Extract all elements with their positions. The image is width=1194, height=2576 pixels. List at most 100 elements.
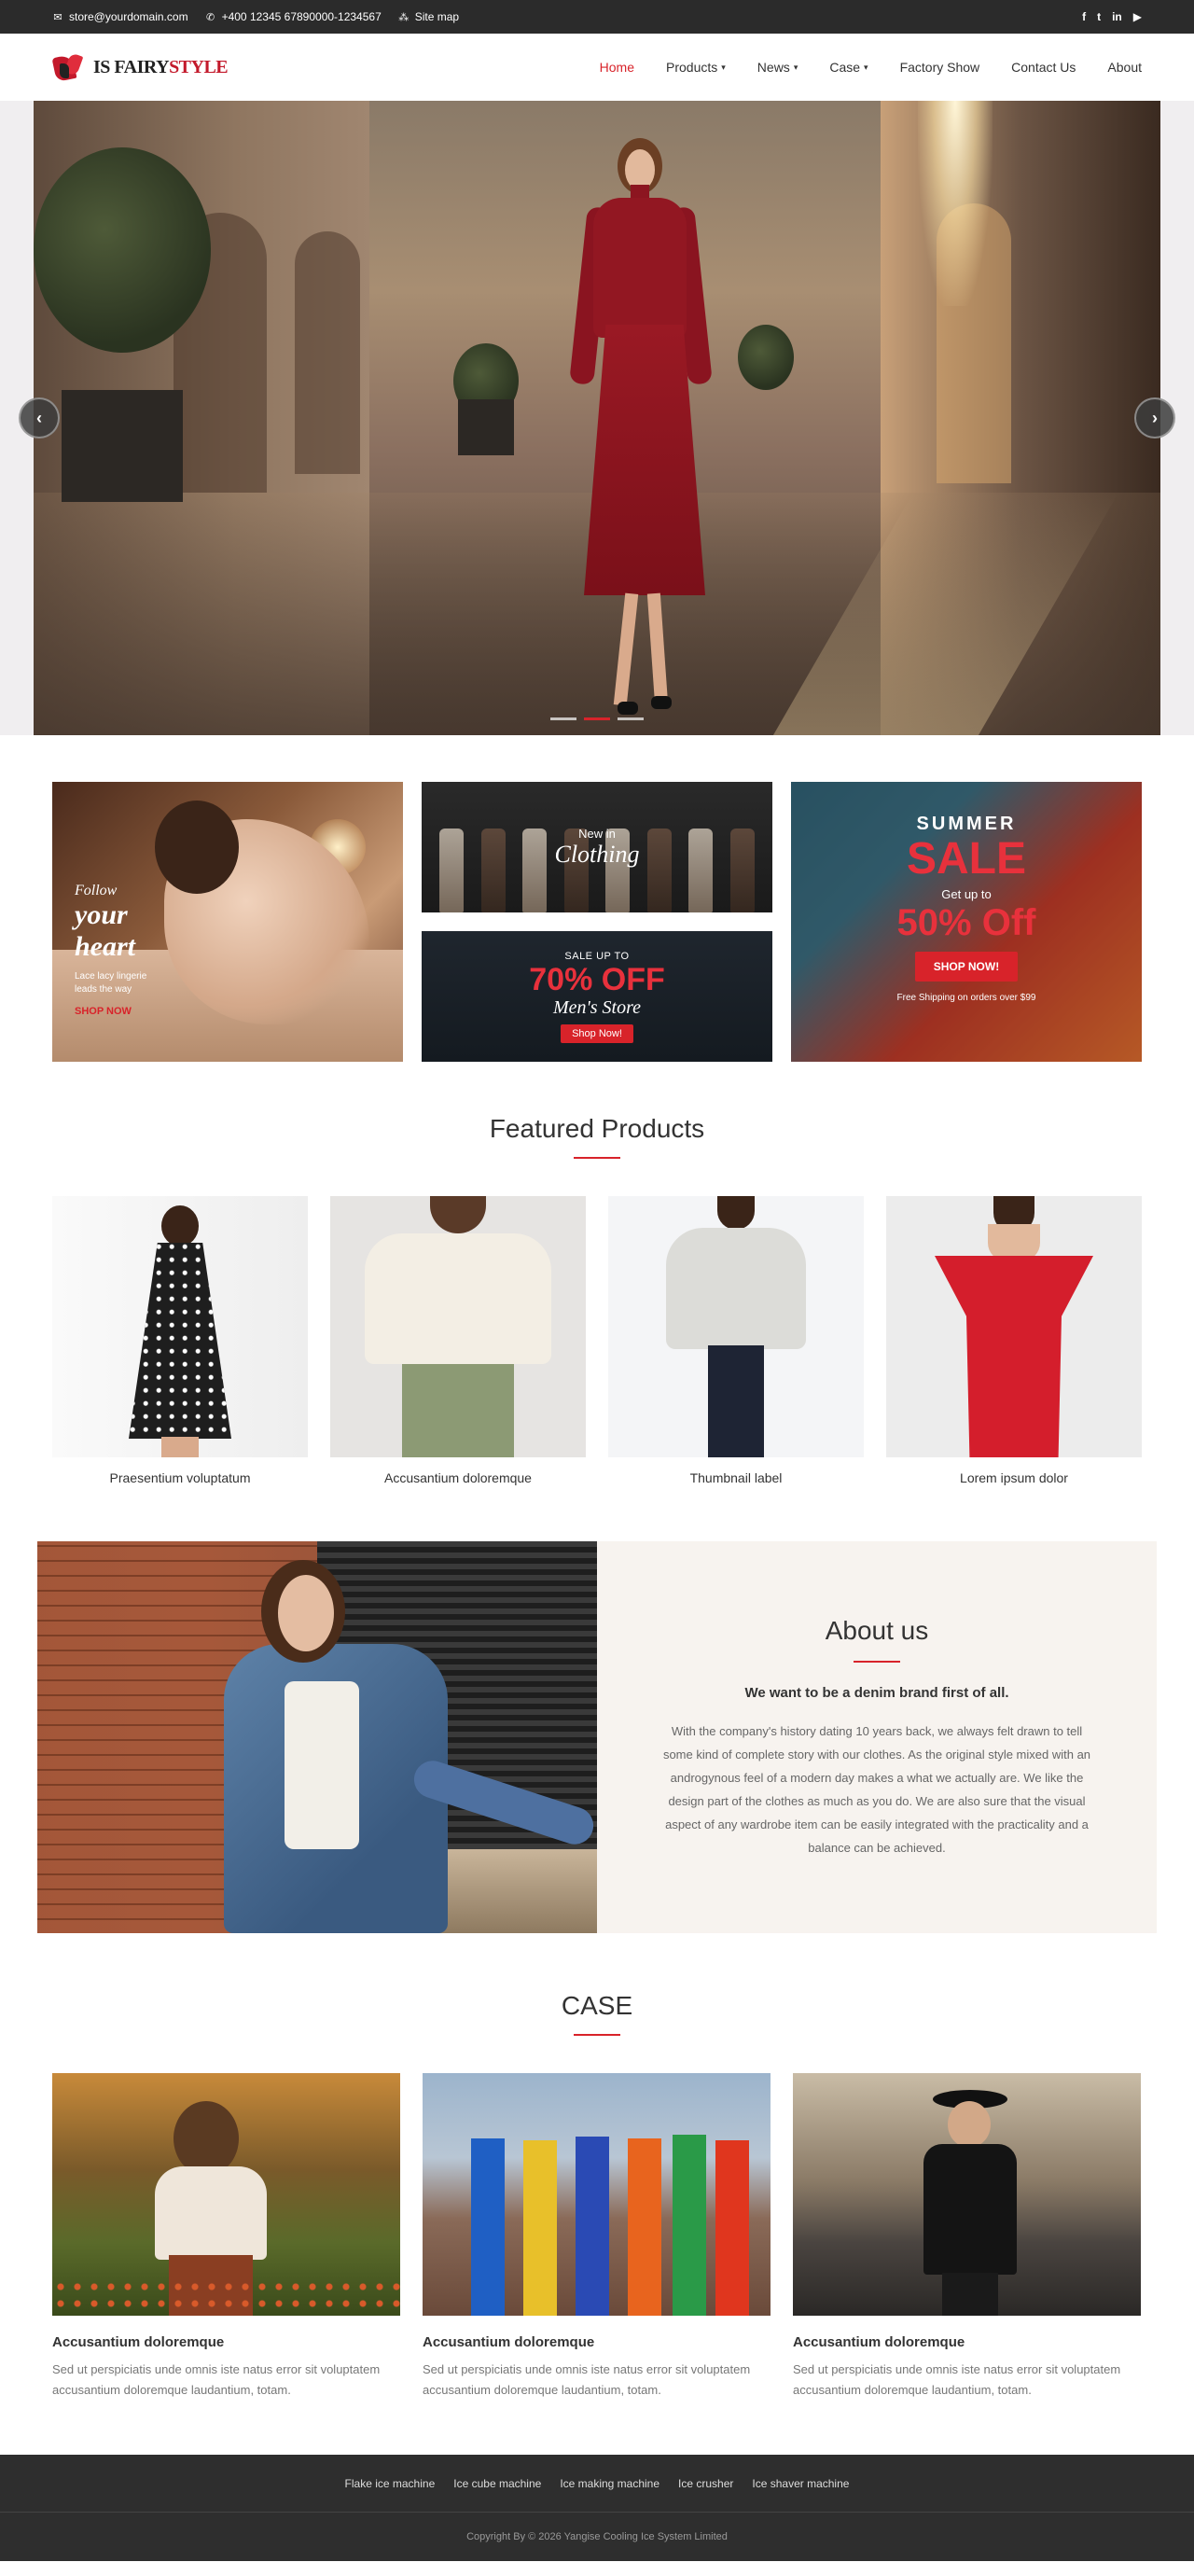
promo-sale-up-to: SALE UP TO <box>564 950 630 962</box>
promo-50-off: 50% Off <box>896 902 1036 943</box>
nav-case[interactable]: Case ▾ <box>829 60 868 75</box>
product-card[interactable]: Thumbnail label <box>608 1196 864 1485</box>
logo[interactable]: IS FAIRYSTYLE <box>51 50 229 84</box>
footer-link[interactable]: Ice shaver machine <box>752 2477 849 2490</box>
promo-summer: SUMMER <box>916 814 1017 834</box>
top-bar: ✉ store@yourdomain.com ✆ +400 12345 6789… <box>0 0 1194 34</box>
promo-banners: Follow your heart Lace lacy lingerie lea… <box>0 735 1194 1062</box>
chevron-down-icon: ▾ <box>721 62 726 72</box>
footer-link[interactable]: Ice crusher <box>678 2477 733 2490</box>
chevron-left-icon: ‹ <box>36 408 42 427</box>
chevron-right-icon: › <box>1152 408 1158 427</box>
case-card[interactable]: Accusantium doloremque Sed ut perspiciat… <box>52 2073 400 2401</box>
envelope-icon: ✉ <box>53 11 62 23</box>
promo-new-clothing[interactable]: New in Clothing <box>422 782 772 912</box>
slider-dots <box>550 717 644 720</box>
promo-free-shipping: Free Shipping on orders over $99 <box>896 993 1036 1003</box>
about-description: With the company's history dating 10 yea… <box>662 1724 1091 1855</box>
product-card[interactable]: Praesentium voluptatum <box>52 1196 308 1485</box>
sitemap-text: Site map <box>414 10 460 23</box>
about-section: About us We want to be a denim brand fir… <box>37 1541 1157 1933</box>
featured-title: Featured Products <box>489 1114 705 1143</box>
product-name[interactable]: Praesentium voluptatum <box>52 1470 308 1485</box>
email-link[interactable]: ✉ store@yourdomain.com <box>52 10 188 23</box>
case-description: Sed ut perspiciatis unde omnis iste natu… <box>793 2362 1121 2397</box>
nav-home[interactable]: Home <box>600 60 634 75</box>
product-name[interactable]: Accusantium doloremque <box>330 1470 586 1485</box>
slider-dot-1[interactable] <box>550 717 576 720</box>
product-name[interactable]: Lorem ipsum dolor <box>886 1470 1142 1485</box>
case-title[interactable]: Accusantium doloremque <box>423 2334 771 2350</box>
facebook-icon[interactable]: f <box>1082 10 1086 23</box>
promo-lingerie[interactable]: Follow your heart Lace lacy lingerie lea… <box>52 782 403 1062</box>
product-image[interactable] <box>886 1196 1142 1457</box>
phone-icon: ✆ <box>205 11 215 23</box>
case-description: Sed ut perspiciatis unde omnis iste natu… <box>52 2362 381 2397</box>
case-card[interactable]: Accusantium doloremque Sed ut perspiciat… <box>793 2073 1141 2401</box>
promo-mens-label: Men's Store <box>552 996 642 1018</box>
promo-lingerie-sub-1: Lace lacy lingerie <box>75 971 147 982</box>
promo-summer-shop-button[interactable]: SHOP NOW! <box>914 952 1019 982</box>
promo-new-in: New in <box>578 826 616 841</box>
main-nav: Home Products ▾ News ▾ Case ▾ Factory Show … <box>600 60 1142 75</box>
twitter-icon[interactable]: t <box>1097 10 1101 23</box>
nav-about[interactable]: About <box>1107 60 1142 75</box>
slider-dot-3[interactable] <box>618 717 644 720</box>
promo-summer-sale[interactable]: SUMMER SALE Get up to 50% Off SHOP NOW! … <box>791 782 1142 1062</box>
case-image[interactable] <box>52 2073 400 2316</box>
promo-sale: SALE <box>906 834 1026 884</box>
nav-news[interactable]: News ▾ <box>757 60 798 75</box>
nav-products[interactable]: Products ▾ <box>666 60 726 75</box>
product-card[interactable]: Accusantium doloremque <box>330 1196 586 1485</box>
promo-lingerie-headline-1: your <box>75 899 128 930</box>
footer: Flake ice machine Ice cube machine Ice m… <box>0 2455 1194 2561</box>
product-image[interactable] <box>608 1196 864 1457</box>
case-image[interactable] <box>423 2073 771 2316</box>
nav-contact-us[interactable]: Contact Us <box>1011 60 1076 75</box>
case-image[interactable] <box>793 2073 1141 2316</box>
case-title: CASE <box>561 1991 633 2020</box>
product-image[interactable] <box>330 1196 586 1457</box>
case-description: Sed ut perspiciatis unde omnis iste natu… <box>423 2362 751 2397</box>
footer-link[interactable]: Ice making machine <box>560 2477 659 2490</box>
footer-links: Flake ice machine Ice cube machine Ice m… <box>0 2455 1194 2513</box>
product-name[interactable]: Thumbnail label <box>608 1470 864 1485</box>
chevron-down-icon: ▾ <box>793 62 798 72</box>
product-card[interactable]: Lorem ipsum dolor <box>886 1196 1142 1485</box>
promo-mens-store[interactable]: SALE UP TO 70% OFF Men's Store Shop Now! <box>422 931 772 1062</box>
title-divider <box>854 1661 900 1663</box>
phone-link[interactable]: ✆ +400 12345 67890000-1234567 <box>205 10 382 23</box>
footer-link[interactable]: Ice cube machine <box>453 2477 541 2490</box>
email-text: store@yourdomain.com <box>69 10 188 23</box>
chevron-down-icon: ▾ <box>864 62 868 72</box>
slider-dot-2[interactable] <box>584 717 610 720</box>
product-grid: Praesentium voluptatum Accusantium dolor… <box>0 1159 1194 1485</box>
linkedin-icon[interactable]: in <box>1112 10 1122 23</box>
youtube-icon[interactable]: ▶ <box>1133 10 1142 23</box>
case-card[interactable]: Accusantium doloremque Sed ut perspiciat… <box>423 2073 771 2401</box>
promo-lingerie-link[interactable]: SHOP NOW <box>75 1006 146 1017</box>
product-image[interactable] <box>52 1196 308 1457</box>
sitemap-link[interactable]: ⁂ Site map <box>398 10 459 23</box>
logo-text: IS FAIRYSTYLE <box>93 56 229 77</box>
slider-prev-button[interactable]: ‹ <box>19 397 60 439</box>
about-subtitle: We want to be a denim brand first of all… <box>744 1685 1009 1701</box>
promo-clothing: Clothing <box>554 840 640 868</box>
copyright: Copyright By © 2026 Yangise Cooling Ice … <box>466 2531 728 2542</box>
promo-mens-shop-button[interactable]: Shop Now! <box>561 1023 633 1043</box>
hero-model <box>565 138 715 726</box>
phone-text: +400 12345 67890000-1234567 <box>221 10 382 23</box>
slider-next-button[interactable]: › <box>1134 397 1175 439</box>
case-title[interactable]: Accusantium doloremque <box>793 2334 1141 2350</box>
case-grid: Accusantium doloremque Sed ut perspiciat… <box>0 2036 1194 2401</box>
nav-factory-show[interactable]: Factory Show <box>900 60 980 75</box>
promo-get-up-to: Get up to <box>941 887 992 901</box>
about-image <box>37 1541 597 1933</box>
footer-link[interactable]: Flake ice machine <box>345 2477 436 2490</box>
hero-image <box>34 101 1160 735</box>
hero-slider: ‹ › <box>0 101 1194 735</box>
promo-lingerie-headline-2: heart <box>75 931 136 962</box>
about-title: About us <box>825 1616 929 1645</box>
promo-lingerie-sub-2: leads the way <box>75 984 132 995</box>
case-title[interactable]: Accusantium doloremque <box>52 2334 400 2350</box>
